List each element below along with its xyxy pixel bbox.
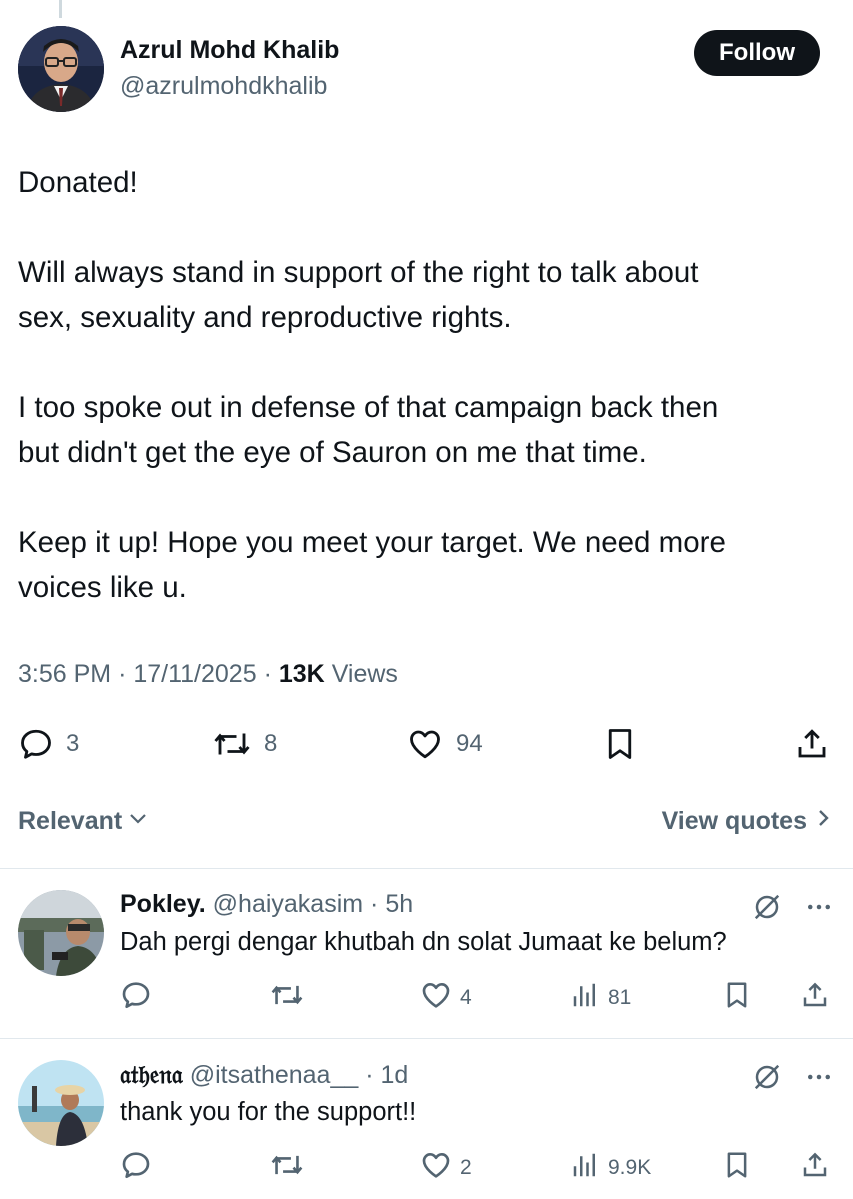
- more-options-icon[interactable]: [804, 1062, 834, 1097]
- tweet-line: I too spoke out in defense of that campa…: [18, 391, 719, 424]
- reply-bookmark-button[interactable]: [722, 982, 752, 1014]
- reply-like-button[interactable]: 4: [420, 982, 472, 1014]
- reply-author-name[interactable]: Pokley.: [120, 890, 206, 918]
- tweet-line: Will always stand in support of the righ…: [18, 256, 699, 289]
- repost-button[interactable]: 8: [212, 722, 277, 766]
- like-button[interactable]: 94: [406, 722, 483, 766]
- reply-reply-button[interactable]: [120, 982, 160, 1014]
- reply-bookmark-button[interactable]: [722, 1152, 752, 1184]
- reply-reply-button[interactable]: [120, 1152, 160, 1184]
- repost-count: 8: [264, 730, 278, 757]
- reply-header: 𝔞𝔱𝔥𝔢𝔫𝔞 @itsathenaa__ · 1d: [120, 1060, 409, 1089]
- more-options-icon[interactable]: [804, 892, 834, 927]
- bookmark-icon: [602, 726, 638, 762]
- follow-button[interactable]: Follow: [694, 30, 820, 76]
- reply-views-count: 81: [608, 986, 632, 1009]
- share-button[interactable]: [794, 722, 830, 766]
- author-avatar[interactable]: [18, 26, 104, 112]
- reply-header: Pokley. @haiyakasim · 5h: [120, 890, 414, 918]
- reply-icon: [120, 1149, 152, 1187]
- view-quotes-label: View quotes: [661, 807, 807, 835]
- repost-icon: [212, 726, 252, 762]
- tweet-line: voices like u.: [18, 571, 187, 604]
- author-handle[interactable]: @azrulmohdkhalib: [120, 72, 327, 101]
- tweet-line: Donated!: [18, 166, 138, 199]
- tweet-line: sex, sexuality and reproductive rights.: [18, 301, 512, 334]
- views-count: 13K: [278, 660, 325, 688]
- grok-icon[interactable]: [752, 892, 782, 927]
- reply-button[interactable]: 3: [18, 722, 79, 766]
- reply-like-count: 4: [460, 986, 472, 1009]
- reply-views-button[interactable]: 81: [570, 982, 631, 1014]
- tweet-text: Donated! Will always stand in support of…: [18, 160, 833, 610]
- like-icon: [420, 1149, 452, 1187]
- views-icon: [570, 980, 600, 1016]
- tweet-line: Keep it up! Hope you meet your target. W…: [18, 526, 726, 559]
- author-name[interactable]: Azrul Mohd Khalib: [120, 36, 339, 65]
- divider: [0, 1038, 853, 1039]
- reply-age[interactable]: 5h: [385, 890, 413, 918]
- tweet-action-bar: 3 8 94: [18, 722, 833, 766]
- divider: [0, 868, 853, 869]
- reply-age[interactable]: 1d: [381, 1061, 409, 1089]
- replies-sort-row: Relevant View quotes: [18, 802, 833, 842]
- relevant-label: Relevant: [18, 807, 123, 835]
- bookmark-button[interactable]: [602, 722, 638, 766]
- relevant-sort-dropdown[interactable]: Relevant: [18, 806, 150, 837]
- views-label: Views: [331, 660, 398, 688]
- repost-icon: [270, 979, 304, 1017]
- reply-author-handle[interactable]: @haiyakasim: [213, 890, 363, 918]
- reply-text: thank you for the support!!: [120, 1098, 417, 1126]
- like-icon: [406, 726, 444, 762]
- views-icon: [570, 1150, 600, 1186]
- tweet-date[interactable]: 17/11/2025: [133, 660, 256, 688]
- reply-item[interactable]: Pokley. @haiyakasim · 5h Dah pergi denga…: [0, 870, 853, 1038]
- reply-item[interactable]: 𝔞𝔱𝔥𝔢𝔫𝔞 @itsathenaa__ · 1d thank you for …: [0, 1040, 853, 1199]
- reply-text: Dah pergi dengar khutbah dn solat Jumaat…: [120, 928, 727, 956]
- reply-like-count: 2: [460, 1156, 472, 1179]
- grok-icon[interactable]: [752, 1062, 782, 1097]
- bookmark-icon: [722, 1149, 752, 1187]
- like-count: 94: [456, 730, 483, 757]
- reply-avatar[interactable]: [18, 890, 104, 976]
- thread-connector-line: [59, 0, 62, 18]
- reply-author-handle[interactable]: @itsathenaa__: [190, 1061, 359, 1089]
- share-icon: [800, 1149, 830, 1187]
- reply-like-button[interactable]: 2: [420, 1152, 472, 1184]
- reply-repost-button[interactable]: [270, 982, 312, 1014]
- share-icon: [800, 979, 830, 1017]
- tweet-line: but didn't get the eye of Sauron on me t…: [18, 436, 647, 469]
- tweet-author-row: Azrul Mohd Khalib @azrulmohdkhalib Follo…: [18, 26, 838, 112]
- repost-icon: [270, 1149, 304, 1187]
- tweet-meta: 3:56 PM · 17/11/2025 · 13K Views: [18, 660, 398, 688]
- share-icon: [794, 726, 830, 762]
- tweet-time[interactable]: 3:56 PM: [18, 660, 111, 688]
- chevron-down-icon: [126, 806, 150, 837]
- reply-avatar[interactable]: [18, 1060, 104, 1146]
- bookmark-icon: [722, 979, 752, 1017]
- reply-views-button[interactable]: 9.9K: [570, 1152, 651, 1184]
- like-icon: [420, 979, 452, 1017]
- chevron-right-icon: [815, 806, 833, 837]
- reply-count: 3: [66, 730, 80, 757]
- reply-share-button[interactable]: [800, 1152, 830, 1184]
- view-quotes-link[interactable]: View quotes: [662, 806, 833, 837]
- reply-author-name[interactable]: 𝔞𝔱𝔥𝔢𝔫𝔞: [120, 1060, 183, 1089]
- reply-repost-button[interactable]: [270, 1152, 312, 1184]
- reply-icon: [120, 979, 152, 1017]
- reply-icon: [18, 726, 54, 762]
- reply-share-button[interactable]: [800, 982, 830, 1014]
- reply-views-count: 9.9K: [608, 1156, 652, 1179]
